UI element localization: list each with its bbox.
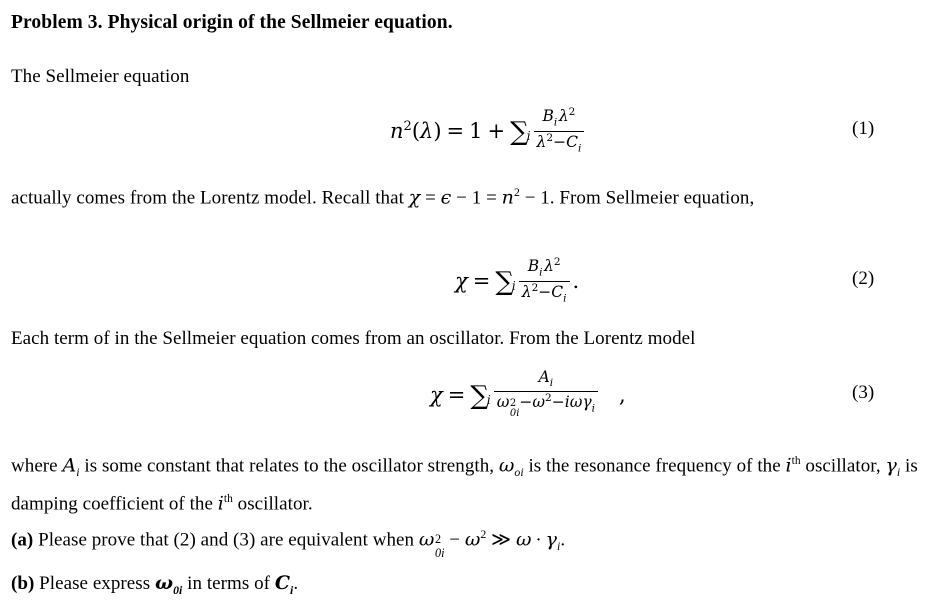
epsilon-symbol: ϵ <box>440 186 452 209</box>
where-tail: oscillator. <box>232 493 313 515</box>
eq3-trailing-punctuation: , <box>618 383 626 407</box>
C-symbol: C <box>274 572 291 594</box>
eq2-trailing-punctuation: . <box>572 269 580 293</box>
part-a-omega: ω <box>464 528 481 551</box>
lorentz-paragraph: actually comes from the Lorentz model. R… <box>11 180 866 211</box>
where-mid-3: oscillator, <box>800 455 886 477</box>
eq1-lhs: n2(λ) <box>390 119 442 143</box>
where-paragraph: where Ai is some constant that relates t… <box>11 448 942 517</box>
part-b-tail: . <box>293 573 299 594</box>
minus-one-1: − 1 = <box>451 187 502 209</box>
eq2-equals: = <box>472 269 491 293</box>
part-b-label: (b) <box>11 573 35 594</box>
part-a-gamma: γ <box>545 528 557 551</box>
ordinal-th-2: th <box>223 493 233 506</box>
each-term-paragraph: Each term of in the Sellmeier equation c… <box>11 326 911 352</box>
n-symbol: n <box>501 186 514 209</box>
ordinal-th-1: th <box>791 455 801 467</box>
chi-symbol: χ <box>408 186 421 209</box>
eq3-equals: = <box>447 383 466 407</box>
eq2-lhs-chi: χ <box>455 269 468 293</box>
equation-3-row: χ = ∑ i Ai ω 2 0i −ω2−iωγi , (3) <box>0 366 942 424</box>
eq2-fraction: Bi λ2 λ2−Ci <box>518 256 570 305</box>
intro-paragraph: The Sellmeier equation <box>11 64 891 90</box>
eq2-summation-index: i <box>511 279 516 293</box>
lorentz-lead: actually comes from the Lorentz model. R… <box>11 187 409 209</box>
gamma-symbol: γ <box>885 454 897 477</box>
where-lead: where <box>11 455 63 477</box>
equation-1-number: (1) <box>852 118 875 139</box>
equation-2-number: (2) <box>852 268 875 289</box>
equation-2: χ = ∑ i Bi λ2 λ2−Ci . <box>455 252 579 310</box>
equation-3-number: (3) <box>852 382 875 403</box>
document-page: Problem 3. Physical origin of the Sellme… <box>0 0 942 608</box>
equation-1-row: n2(λ) = 1 + ∑ i Bi λ2 λ2−Ci (1) <box>0 102 942 160</box>
part-b-omega-subscript: 0i <box>173 583 183 597</box>
intro-text: The Sellmeier equation <box>11 66 190 87</box>
part-a-minus: − <box>444 529 465 551</box>
equation-1: n2(λ) = 1 + ∑ i Bi λ2 λ2−Ci <box>390 102 585 160</box>
part-a-paragraph: (a) Please prove that (2) and (3) are eq… <box>11 522 891 561</box>
equals-sign-1: = <box>420 187 441 209</box>
equation-3: χ = ∑ i Ai ω 2 0i −ω2−iωγi , <box>430 366 626 424</box>
page-title: Problem 3. Physical origin of the Sellme… <box>11 12 453 33</box>
where-mid-2: is the resonance frequency of the <box>523 455 786 477</box>
part-a-omega-2: ω <box>515 528 532 551</box>
where-mid-1: is some constant that relates to the osc… <box>79 455 499 477</box>
eq2-denominator: λ2−Ci <box>518 280 570 305</box>
part-a-lead: Please prove that (2) and (3) are equiva… <box>33 529 419 551</box>
omega-subscript: oi <box>514 466 524 480</box>
eq1-summation-index: i <box>526 129 531 143</box>
A-symbol: A <box>62 454 77 477</box>
eq1-one: 1 <box>469 119 483 143</box>
omega-sub-sup: 2 0i <box>509 397 520 420</box>
part-a-omega-sub-sup: 2 0i <box>434 532 445 560</box>
much-greater-than-sign: ≫ <box>491 529 512 551</box>
part-a-omega-0i: ω <box>418 528 435 551</box>
eq1-denominator: λ2−Ci <box>533 130 585 155</box>
eq3-summation-index: i <box>486 393 491 407</box>
lorentz-tail: − 1. From Sellmeier equation, <box>519 187 755 209</box>
each-term-text: Each term of in the Sellmeier equation c… <box>11 328 696 349</box>
eq2-numerator: Bi λ2 <box>527 256 561 279</box>
part-a-label: (a) <box>11 529 34 551</box>
eq3-denominator: ω 2 0i −ω2−iωγi <box>493 390 598 421</box>
part-b-lead: Please express <box>34 573 155 594</box>
eq1-fraction: Bi λ2 λ2−Ci <box>533 106 585 155</box>
eq1-plus: + <box>487 119 506 143</box>
equation-2-row: χ = ∑ i Bi λ2 λ2−Ci . (2) <box>0 252 942 310</box>
part-b-omega: ω <box>154 572 174 594</box>
omega-symbol: ω <box>498 454 515 477</box>
eq3-lhs-chi: χ <box>430 383 443 407</box>
part-b-mid: in terms of <box>182 573 275 594</box>
eq3-fraction: Ai ω 2 0i −ω2−iωγi <box>493 368 598 421</box>
eq3-numerator: Ai <box>538 368 554 390</box>
part-a-tail: . <box>560 529 566 551</box>
eq1-numerator: Bi λ2 <box>542 106 576 129</box>
part-b-paragraph: (b) Please express ω0i in terms of Ci. <box>11 570 711 604</box>
eq1-equals: = <box>446 119 465 143</box>
